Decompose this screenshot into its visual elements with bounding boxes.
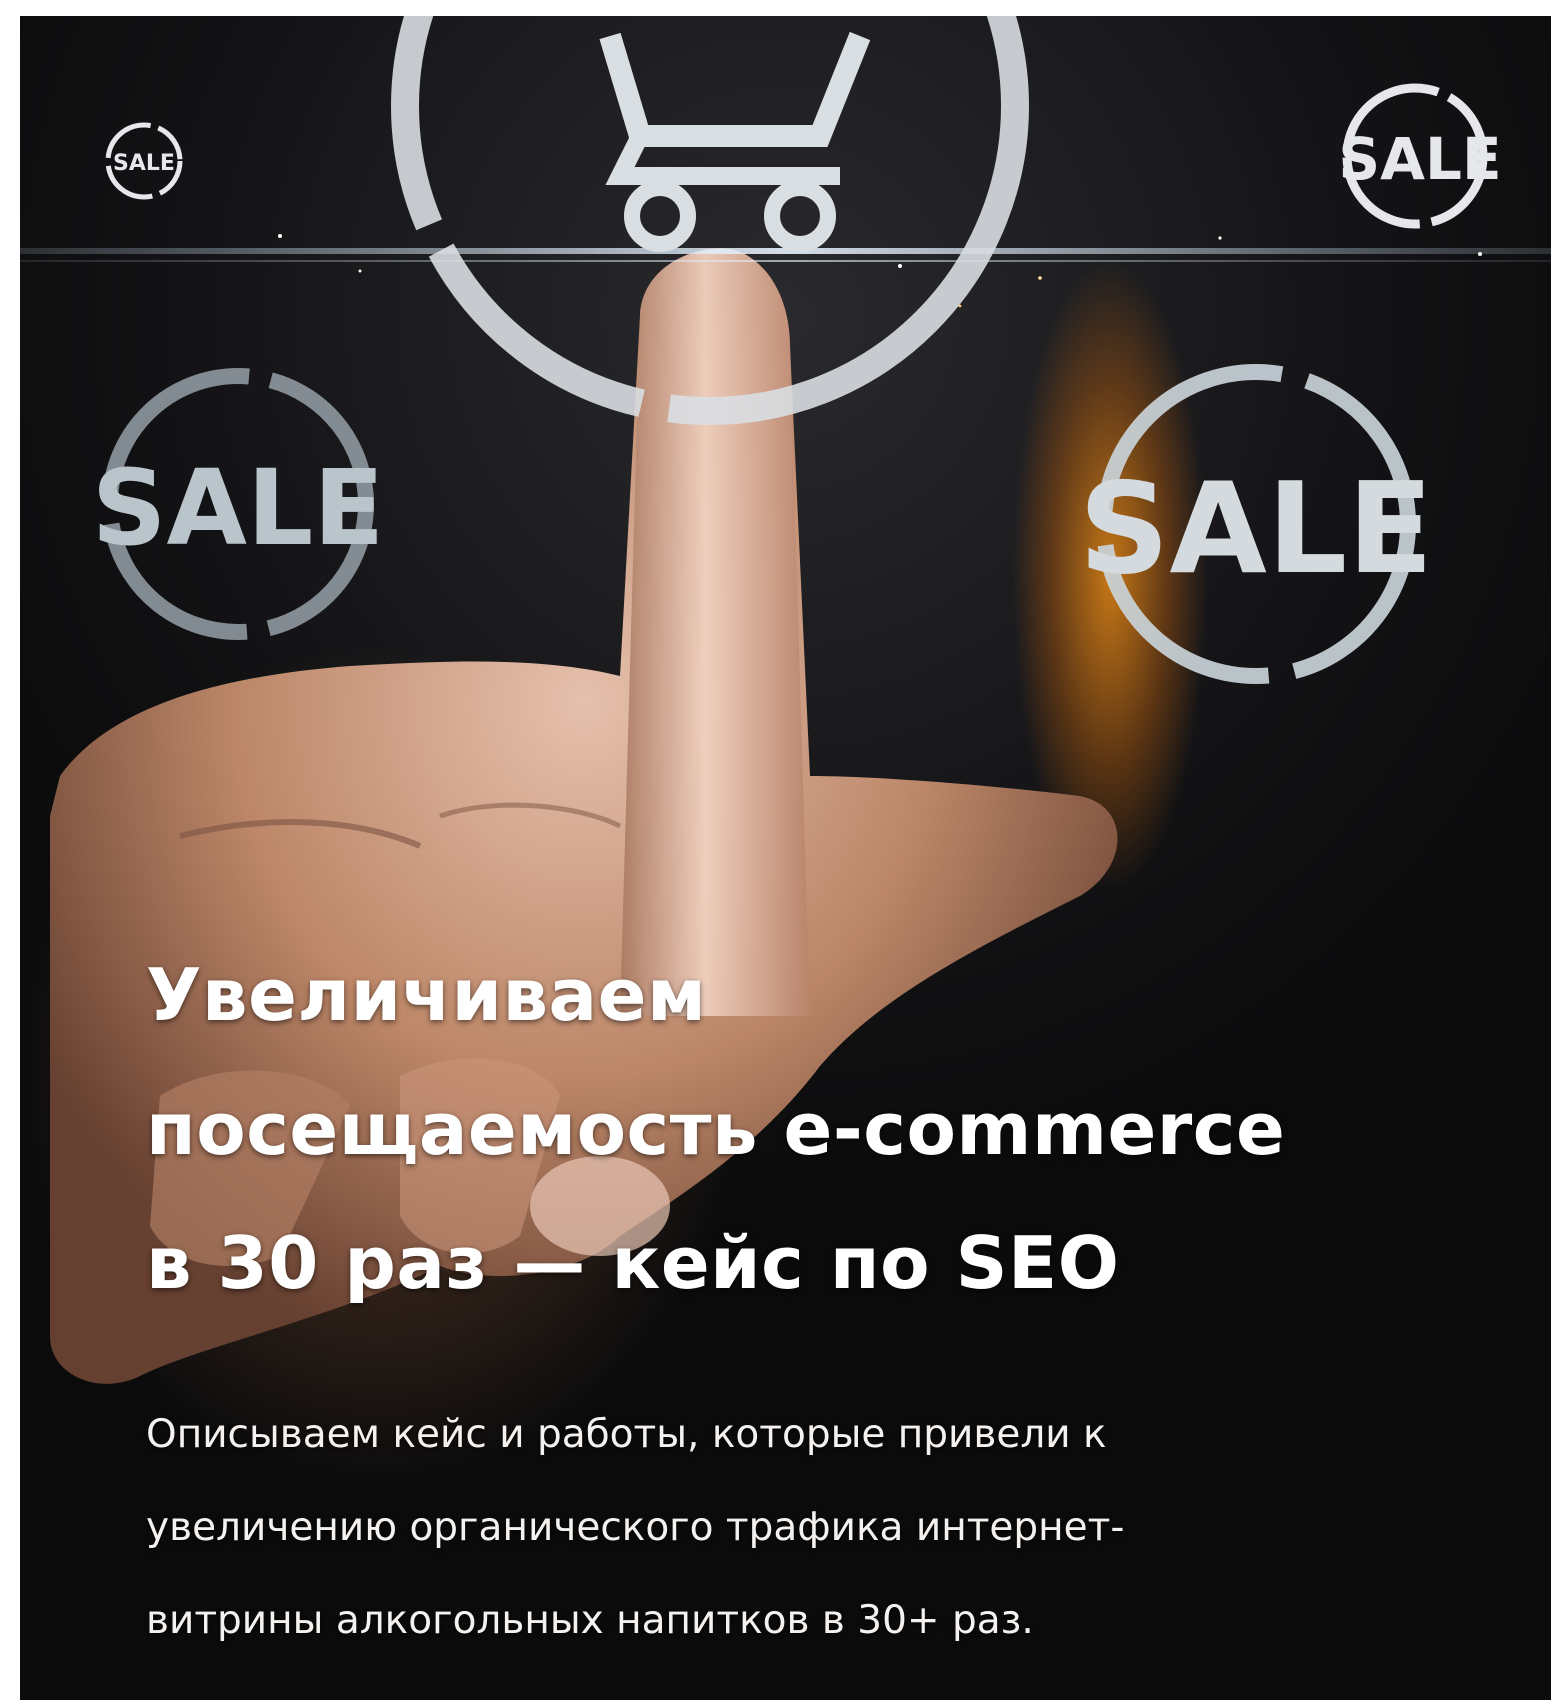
article-headline[interactable]: Увеличиваем посещаемость e-commerce в 30…	[146, 928, 1486, 1330]
svg-text:SALE: SALE	[113, 151, 175, 176]
sale-badge-icon: SALE	[92, 368, 385, 640]
svg-text:SALE: SALE	[1338, 125, 1501, 193]
article-lead: Описываем кейс и работы, которые привели…	[146, 1388, 1486, 1667]
headline-line: посещаемость e-commerce	[146, 1087, 1286, 1171]
lead-line: увеличению органического трафика интерне…	[146, 1505, 1125, 1550]
sale-badge-icon: SALE	[1338, 83, 1502, 229]
svg-text:SALE: SALE	[1079, 455, 1434, 602]
sale-badge-icon: SALE	[1079, 364, 1434, 684]
lead-line: Описываем кейс и работы, которые привели…	[146, 1412, 1107, 1457]
hero-card[interactable]: SALE SALE SALE SALE Увеличиваем посещаем…	[20, 16, 1551, 1700]
lead-line: витрины алкогольных напитков в 30+ раз.	[146, 1598, 1034, 1643]
sale-badge-icon: SALE	[105, 122, 183, 200]
headline-line: Увеличиваем	[146, 953, 707, 1037]
svg-text:SALE: SALE	[92, 447, 385, 569]
headline-line: в 30 раз — кейс по SEO	[146, 1221, 1120, 1305]
